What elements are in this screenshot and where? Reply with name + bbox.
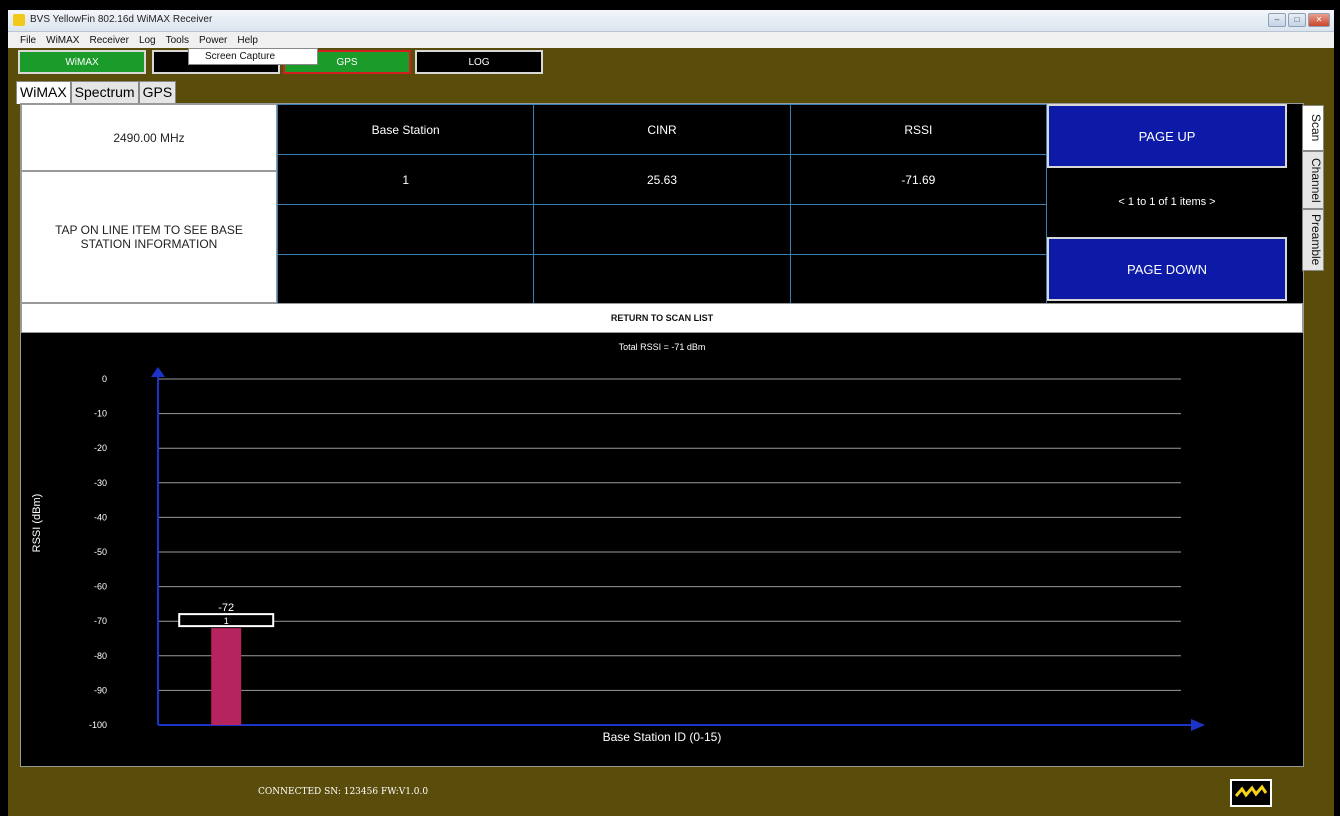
frequency-display: 2490.00 MHz [21,104,277,171]
wimax-status-button[interactable]: WiMAX [18,50,146,74]
y-tick-label: -10 [94,409,107,419]
table-header-row: Base Station CINR RSSI [276,104,1048,155]
y-tick-label: -30 [94,478,107,488]
menu-wimax[interactable]: WiMAX [46,35,79,46]
page-up-button[interactable]: PAGE UP [1047,104,1287,168]
menu-receiver[interactable]: Receiver [89,35,128,46]
window-title: BVS YellowFin 802.16d WiMAX Receiver [30,14,213,25]
cell-rssi[interactable] [789,204,1048,255]
y-tick-label: -100 [89,720,107,730]
y-axis-label: RSSI (dBm) [31,494,43,553]
tab-wimax[interactable]: WiMAX [16,81,71,104]
side-tabs: Scan Channel Preamble [1302,105,1324,271]
log-status-button[interactable]: LOG [415,50,543,74]
menu-item-screen-capture[interactable]: Screen Capture [188,48,318,65]
cell-base-station[interactable] [276,254,535,304]
cell-base-station[interactable] [276,204,535,255]
data-bar [211,628,242,725]
bar-id-label: 1 [224,616,229,626]
tab-gps[interactable]: GPS [138,81,177,103]
header-cinr: CINR [533,104,791,155]
status-footer: CONNECTED SN: 123456 FW:V1.0.0 [8,770,1334,816]
page-info-text: < 1 to 1 of 1 items > [1047,168,1287,235]
y-tick-label: -60 [94,582,107,592]
return-to-scan-list-button[interactable]: RETURN TO SCAN LIST [21,303,1303,333]
instruction-text: TAP ON LINE ITEM TO SEE BASE STATION INF… [21,171,277,303]
table-row[interactable] [276,204,1048,255]
y-tick-label: -50 [94,547,107,557]
table-row[interactable]: 1 25.63 -71.69 [276,154,1048,205]
page-down-button[interactable]: PAGE DOWN [1047,237,1287,301]
cell-cinr[interactable]: 25.63 [533,154,791,205]
cell-rssi[interactable] [789,254,1048,304]
close-icon[interactable]: ✕ [1308,13,1330,27]
title-bar: BVS YellowFin 802.16d WiMAX Receiver – □… [8,10,1334,32]
base-station-table: Base Station CINR RSSI 1 25.63 -71.69 [276,104,1048,304]
header-rssi: RSSI [789,104,1048,155]
table-row[interactable] [276,254,1048,304]
side-tab-scan[interactable]: Scan [1302,105,1324,151]
maximize-icon[interactable]: □ [1288,13,1306,27]
rssi-chart: Total RSSI = -71 dBm 0 -10 -20 -30 -40 -50 -60 -… [31,342,1205,744]
menu-bar: File WiMAX Receiver Log Tools Power Help [8,32,1334,48]
cell-cinr[interactable] [533,254,791,304]
y-tick-label: -20 [94,443,107,453]
cell-cinr[interactable] [533,204,791,255]
y-tick-label: -70 [94,616,107,626]
tab-spectrum[interactable]: Spectrum [70,81,139,103]
bar-value-label: -72 [218,602,234,614]
main-tabs: WiMAX Spectrum GPS [16,81,177,104]
x-axis-arrow-icon [1191,719,1205,731]
y-tick-label: 0 [102,374,107,384]
chart-title: Total RSSI = -71 dBm [619,342,706,352]
connection-status: CONNECTED SN: 123456 FW:V1.0.0 [258,787,429,797]
wimax-panel: 2490.00 MHz TAP ON LINE ITEM TO SEE BASE… [20,103,1304,767]
menu-log[interactable]: Log [139,35,156,46]
y-tick-label: -80 [94,651,107,661]
cell-rssi[interactable]: -71.69 [789,154,1048,205]
lightning-icon[interactable] [1230,779,1272,807]
side-tab-preamble[interactable]: Preamble [1302,209,1324,271]
menu-file[interactable]: File [20,35,36,46]
menu-power[interactable]: Power [199,35,227,46]
y-axis-arrow-icon [151,367,165,377]
y-tick-label: -40 [94,512,107,522]
app-icon [13,14,25,26]
app-window: BVS YellowFin 802.16d WiMAX Receiver – □… [8,10,1334,816]
cell-base-station[interactable]: 1 [276,154,535,205]
y-tick-label: -90 [94,685,107,695]
minimize-icon[interactable]: – [1268,13,1286,27]
x-axis-label: Base Station ID (0-15) [603,730,722,744]
side-tab-channel[interactable]: Channel [1302,151,1324,209]
header-base-station: Base Station [276,104,535,155]
menu-help[interactable]: Help [237,35,258,46]
menu-tools[interactable]: Tools [166,35,189,46]
